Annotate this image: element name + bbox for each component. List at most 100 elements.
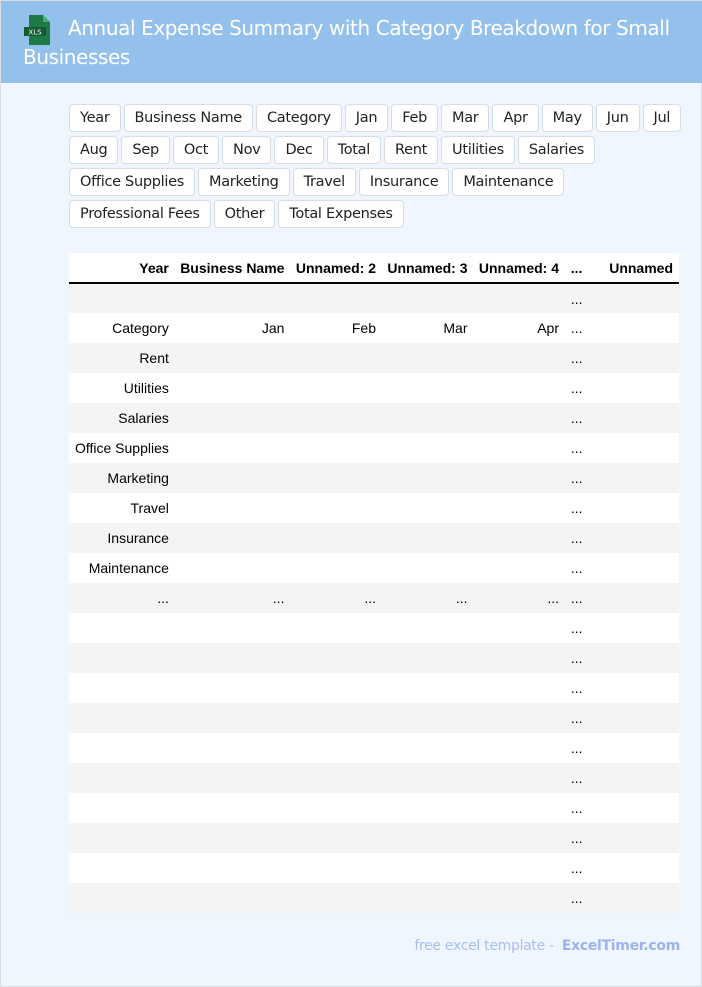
data-table-container[interactable]: Year Business Name Unnamed: 2 Unnamed: 3 Unn… bbox=[69, 253, 679, 913]
table-cell: ... bbox=[570, 530, 583, 546]
column-tag[interactable]: Insurance bbox=[358, 168, 450, 196]
table-cell bbox=[588, 493, 679, 523]
table-cell bbox=[382, 343, 474, 373]
table-row: 7Travel... bbox=[69, 493, 679, 523]
table-cell: ... bbox=[272, 590, 285, 606]
column-header: Unnamed: 2 bbox=[290, 253, 382, 284]
table-cell: ... bbox=[570, 740, 583, 756]
table-cell bbox=[175, 433, 291, 463]
table-cell bbox=[382, 763, 474, 793]
footer: free excel template - ExcelTimer.com bbox=[414, 938, 680, 954]
table-cell: Travel bbox=[130, 500, 169, 516]
table-cell bbox=[474, 613, 566, 643]
table-cell bbox=[588, 853, 679, 883]
column-tag[interactable]: Marketing bbox=[198, 168, 290, 196]
table-cell bbox=[474, 643, 566, 673]
table-cell bbox=[474, 373, 566, 403]
column-tag[interactable]: Professional Fees bbox=[69, 200, 211, 228]
table-row: 16... bbox=[69, 703, 679, 733]
table-cell bbox=[290, 373, 382, 403]
table-cell bbox=[175, 463, 291, 493]
table-cell: Marketing bbox=[107, 470, 169, 486]
table-cell bbox=[588, 523, 679, 553]
table-row: 21... bbox=[69, 853, 679, 883]
column-tag[interactable]: Other bbox=[213, 200, 276, 228]
column-tag[interactable]: Total bbox=[326, 136, 381, 164]
table-cell bbox=[382, 853, 474, 883]
table-cell bbox=[588, 673, 679, 703]
table-cell bbox=[69, 733, 175, 763]
column-tag[interactable]: Category bbox=[255, 104, 342, 132]
column-tag[interactable]: Business Name bbox=[123, 104, 253, 132]
column-tag[interactable]: Year bbox=[69, 104, 121, 132]
table-cell bbox=[588, 823, 679, 853]
data-table: Year Business Name Unnamed: 2 Unnamed: 3 Unn… bbox=[69, 253, 679, 913]
column-tag[interactable]: Feb bbox=[391, 104, 439, 132]
table-cell bbox=[588, 343, 679, 373]
table-cell bbox=[382, 433, 474, 463]
table-cell bbox=[474, 763, 566, 793]
column-tag[interactable]: Jul bbox=[642, 104, 682, 132]
table-cell bbox=[290, 883, 382, 913]
column-tag[interactable]: Travel bbox=[292, 168, 356, 196]
table-cell bbox=[69, 853, 175, 883]
table-cell bbox=[474, 523, 566, 553]
table-cell: Utilities bbox=[123, 380, 169, 396]
table-cell: ... bbox=[570, 680, 583, 696]
footer-brand-link[interactable]: ExcelTimer.com bbox=[562, 938, 680, 954]
column-tag[interactable]: Dec bbox=[274, 136, 324, 164]
table-cell bbox=[382, 643, 474, 673]
table-cell: ... bbox=[570, 800, 583, 816]
table-cell bbox=[290, 673, 382, 703]
table-cell bbox=[382, 403, 474, 433]
column-tag[interactable]: Apr bbox=[492, 104, 539, 132]
column-tag[interactable]: Utilities bbox=[441, 136, 515, 164]
column-tag[interactable]: Sep bbox=[121, 136, 170, 164]
table-cell bbox=[474, 733, 566, 763]
table-cell bbox=[588, 553, 679, 583]
table-cell: ... bbox=[570, 410, 583, 426]
table-cell bbox=[175, 403, 291, 433]
table-row: 20... bbox=[69, 823, 679, 853]
column-tag[interactable]: Oct bbox=[172, 136, 220, 164]
table-cell bbox=[382, 793, 474, 823]
table-cell: Apr bbox=[537, 320, 560, 336]
table-cell bbox=[175, 853, 291, 883]
column-tag[interactable]: Total Expenses bbox=[278, 200, 404, 228]
table-cell: ... bbox=[570, 890, 583, 906]
table-cell bbox=[588, 373, 679, 403]
table-cell: Insurance bbox=[107, 530, 169, 546]
table-cell: Salaries bbox=[118, 410, 169, 426]
table-cell: ... bbox=[570, 440, 583, 456]
table-cell: ... bbox=[364, 590, 376, 606]
column-tag[interactable]: Mar bbox=[441, 104, 490, 132]
table-row: 5Office Supplies... bbox=[69, 433, 679, 463]
column-tag[interactable]: Office Supplies bbox=[69, 168, 195, 196]
table-cell bbox=[290, 763, 382, 793]
table-cell bbox=[69, 703, 175, 733]
column-tag[interactable]: Jun bbox=[595, 104, 640, 132]
table-cell bbox=[588, 793, 679, 823]
table-cell bbox=[290, 283, 382, 313]
table-cell bbox=[69, 793, 175, 823]
table-cell bbox=[588, 763, 679, 793]
column-tag[interactable]: May bbox=[541, 104, 593, 132]
column-tag[interactable]: Aug bbox=[69, 136, 119, 164]
table-cell bbox=[175, 763, 291, 793]
column-tag[interactable]: Jan bbox=[344, 104, 389, 132]
table-row: 8Insurance... bbox=[69, 523, 679, 553]
table-header-row: Year Business Name Unnamed: 2 Unnamed: 3 Unn… bbox=[69, 253, 679, 284]
table-cell bbox=[588, 733, 679, 763]
table-row: 22... bbox=[69, 883, 679, 913]
column-tag[interactable]: Nov bbox=[222, 136, 272, 164]
column-tag[interactable]: Rent bbox=[383, 136, 439, 164]
table-cell bbox=[474, 433, 566, 463]
table-cell bbox=[474, 823, 566, 853]
table-cell bbox=[382, 283, 474, 313]
table-cell bbox=[290, 403, 382, 433]
table-row: 1CategoryJanFebMarApr... bbox=[69, 313, 679, 343]
column-tag[interactable]: Salaries bbox=[517, 136, 595, 164]
column-tag[interactable]: Maintenance bbox=[452, 168, 565, 196]
table-cell bbox=[474, 673, 566, 703]
column-header: Business Name bbox=[174, 253, 291, 284]
